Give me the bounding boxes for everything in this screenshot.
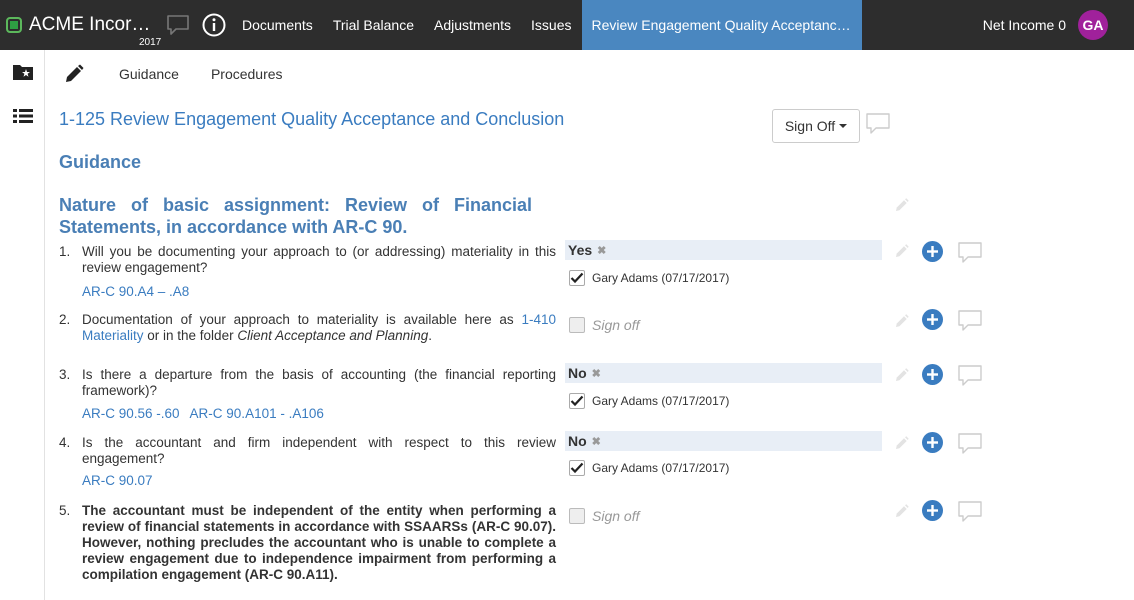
pencil-icon[interactable] xyxy=(895,436,909,455)
signoff-checkbox[interactable] xyxy=(569,317,585,333)
reference-link[interactable]: AR-C 90.07 xyxy=(82,473,153,488)
text-segment: Documentation of your approach to materi… xyxy=(82,312,522,327)
company-name: ACME Incor… xyxy=(29,14,151,35)
folder-icon[interactable] xyxy=(0,50,45,94)
answer-value[interactable]: Yes ✖ xyxy=(565,240,882,260)
add-icon[interactable] xyxy=(922,364,943,385)
comment-icon[interactable] xyxy=(957,500,983,529)
signoff-name: Gary Adams (07/17/2017) xyxy=(592,461,730,475)
answer-value[interactable]: No ✖ xyxy=(565,431,882,451)
clear-answer-icon[interactable]: ✖ xyxy=(592,367,601,380)
list-icon[interactable] xyxy=(0,94,45,138)
add-icon[interactable] xyxy=(922,241,943,262)
answer-text: No xyxy=(568,433,587,449)
comments-icon[interactable] xyxy=(160,0,196,50)
page-title: 1-125 Review Engagement Quality Acceptan… xyxy=(59,109,565,129)
net-income-display[interactable]: Net Income 0 xyxy=(983,17,1066,33)
info-icon[interactable] xyxy=(196,0,232,50)
tab-guidance[interactable]: Guidance xyxy=(103,66,195,82)
question-text: Documentation of your approach to materi… xyxy=(82,312,556,344)
reference-link[interactable]: AR-C 90.A4 – .A8 xyxy=(82,284,189,299)
nav-active-document-tab[interactable]: Review Engagement Quality Acceptanc… xyxy=(581,0,862,50)
user-avatar[interactable]: GA xyxy=(1078,10,1108,40)
signoff-entry: Gary Adams (07/17/2017) xyxy=(569,460,729,476)
nav-trial-balance[interactable]: Trial Balance xyxy=(323,0,424,50)
row-number: 3. xyxy=(59,367,71,382)
top-navbar: ACME Incor… 2017 Documents Trial Balance… xyxy=(0,0,1134,50)
fiscal-year: 2017 xyxy=(139,37,162,48)
caret-down-icon xyxy=(839,124,848,128)
add-icon[interactable] xyxy=(922,432,943,453)
pencil-icon[interactable] xyxy=(895,244,909,263)
reference-links: AR-C 90.07 xyxy=(82,473,163,488)
comment-icon[interactable] xyxy=(957,364,983,393)
reference-link[interactable]: AR-C 90.A101 - .A106 xyxy=(190,406,324,421)
clear-answer-icon[interactable]: ✖ xyxy=(592,435,601,448)
answer-text: Yes xyxy=(568,242,593,258)
status-indicator-icon xyxy=(6,17,22,33)
section-heading: Guidance xyxy=(59,152,142,172)
tab-procedures[interactable]: Procedures xyxy=(195,66,299,82)
nav-documents[interactable]: Documents xyxy=(232,0,323,50)
sign-off-label: Sign Off xyxy=(784,118,836,134)
row-number: 1. xyxy=(59,244,71,259)
reference-link[interactable]: AR-C 90.56 -.60 xyxy=(82,406,180,421)
row-number: 4. xyxy=(59,435,71,450)
nav-adjustments[interactable]: Adjustments xyxy=(424,0,521,50)
question-text: Will you be documenting your approach to… xyxy=(82,244,556,275)
signoff-checkbox[interactable] xyxy=(569,270,585,286)
signoff-entry: Gary Adams (07/17/2017) xyxy=(569,270,729,286)
signoff-placeholder: Sign off xyxy=(592,317,640,333)
signoff-placeholder: Sign off xyxy=(592,508,640,524)
signoff-name: Gary Adams (07/17/2017) xyxy=(592,394,730,408)
pencil-icon[interactable] xyxy=(45,64,103,84)
company-switcher[interactable]: ACME Incor… 2017 xyxy=(0,0,162,50)
comment-icon[interactable] xyxy=(957,241,983,270)
pencil-icon[interactable] xyxy=(895,368,909,387)
document-toolbar: Guidance Procedures xyxy=(45,50,1134,98)
pencil-icon[interactable] xyxy=(895,198,909,217)
sign-off-dropdown[interactable]: Sign Off xyxy=(772,109,860,143)
pencil-icon[interactable] xyxy=(895,504,909,523)
answer-text: No xyxy=(568,365,587,381)
pencil-icon[interactable] xyxy=(895,314,909,333)
signoff-entry: Sign off xyxy=(569,317,639,333)
add-icon[interactable] xyxy=(922,309,943,330)
nature-heading: Nature of basic assignment: Review of Fi… xyxy=(59,195,532,237)
signoff-entry: Sign off xyxy=(569,508,639,524)
text-segment: or in the folder xyxy=(143,328,238,343)
question-text: The accountant must be independent of th… xyxy=(82,503,556,582)
reference-links: AR-C 90.56 -.60 AR-C 90.A101 - .A106 xyxy=(82,406,334,421)
active-tab-label: Review Engagement Quality Acceptanc… xyxy=(591,17,851,33)
signoff-checkbox[interactable] xyxy=(569,460,585,476)
comment-icon[interactable] xyxy=(865,112,891,141)
signoff-checkbox[interactable] xyxy=(569,393,585,409)
row-number: 5. xyxy=(59,503,71,518)
left-rail xyxy=(0,50,45,600)
signoff-checkbox[interactable] xyxy=(569,508,585,524)
clear-answer-icon[interactable]: ✖ xyxy=(597,244,606,257)
comment-icon[interactable] xyxy=(957,432,983,461)
nav-issues[interactable]: Issues xyxy=(521,0,581,50)
add-icon[interactable] xyxy=(922,500,943,521)
text-segment: . xyxy=(428,328,432,343)
signoff-name: Gary Adams (07/17/2017) xyxy=(592,271,730,285)
signoff-entry: Gary Adams (07/17/2017) xyxy=(569,393,729,409)
question-text: Is there a departure from the basis of a… xyxy=(82,367,556,398)
folder-name: Client Acceptance and Planning xyxy=(237,328,429,343)
comment-icon[interactable] xyxy=(957,309,983,338)
row-number: 2. xyxy=(59,312,71,327)
reference-links: AR-C 90.A4 – .A8 xyxy=(82,284,199,299)
answer-value[interactable]: No ✖ xyxy=(565,363,882,383)
question-text: Is the accountant and firm independent w… xyxy=(82,435,556,466)
